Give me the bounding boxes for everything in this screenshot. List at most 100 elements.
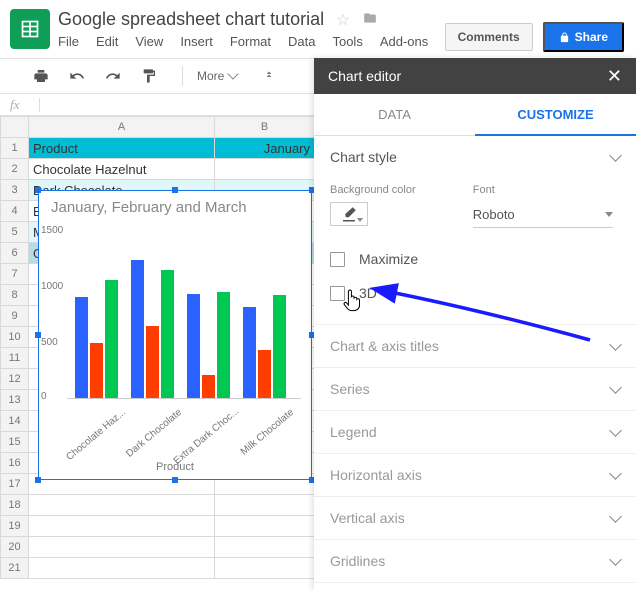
resize-handle[interactable]	[35, 187, 41, 193]
rowhdr[interactable]: 1	[1, 138, 29, 159]
rowhdr[interactable]: 7	[1, 264, 29, 285]
embedded-chart[interactable]: January, February and March 1500 1000 50…	[38, 190, 312, 480]
close-icon[interactable]: ✕	[607, 66, 622, 87]
cell[interactable]	[215, 516, 315, 537]
section-label: Vertical axis	[330, 510, 405, 526]
chevron-down-icon	[609, 424, 622, 437]
resize-handle[interactable]	[172, 187, 178, 193]
cell[interactable]	[29, 495, 215, 516]
more-button[interactable]: More	[197, 69, 237, 83]
more-label: More	[197, 69, 224, 83]
font-select[interactable]: Roboto	[473, 202, 613, 228]
rowhdr[interactable]: 21	[1, 558, 29, 579]
rowhdr[interactable]: 15	[1, 432, 29, 453]
colhdr-A[interactable]: A	[29, 117, 215, 138]
cell[interactable]: Product	[29, 138, 215, 159]
section-chart-style: Chart style Background color Font Roboto	[314, 136, 636, 325]
sheets-logo[interactable]	[10, 9, 50, 49]
cell[interactable]	[215, 537, 315, 558]
share-label: Share	[575, 30, 608, 44]
tab-customize[interactable]: CUSTOMIZE	[475, 94, 636, 136]
cell[interactable]	[215, 495, 315, 516]
rowhdr[interactable]: 5	[1, 222, 29, 243]
section-horizontal-axis[interactable]: Horizontal axis	[314, 454, 636, 496]
3d-checkbox-row[interactable]: 3D	[330, 276, 620, 310]
fx-sep	[39, 98, 40, 112]
menu-format[interactable]: Format	[230, 34, 271, 49]
cell[interactable]	[29, 537, 215, 558]
undo-icon[interactable]	[66, 65, 88, 87]
share-button[interactable]: Share	[543, 22, 624, 52]
rowhdr[interactable]: 4	[1, 201, 29, 222]
rowhdr[interactable]: 13	[1, 390, 29, 411]
cell[interactable]	[29, 516, 215, 537]
menu-add-ons[interactable]: Add-ons	[380, 34, 428, 49]
menu-view[interactable]: View	[135, 34, 163, 49]
rowhdr[interactable]: 18	[1, 495, 29, 516]
corner-cell[interactable]	[1, 117, 29, 138]
cell[interactable]	[215, 159, 315, 180]
folder-icon[interactable]	[362, 12, 378, 29]
chart-bar	[243, 307, 256, 399]
section-header-chart-style[interactable]: Chart style	[314, 136, 636, 178]
checkbox-icon[interactable]	[330, 286, 345, 301]
rowhdr[interactable]: 8	[1, 285, 29, 306]
chart-plot	[67, 229, 301, 399]
section-gridlines[interactable]: Gridlines	[314, 540, 636, 582]
cell[interactable]: January	[215, 138, 315, 159]
section-vertical-axis[interactable]: Vertical axis	[314, 497, 636, 539]
rowhdr[interactable]: 20	[1, 537, 29, 558]
rowhdr[interactable]: 19	[1, 516, 29, 537]
comments-button[interactable]: Comments	[445, 23, 533, 51]
panel-title: Chart editor	[328, 68, 401, 84]
menubar: File Edit View Insert Format Data Tools Add-ons	[58, 30, 428, 49]
header-text: Google spreadsheet chart tutorial ☆ File…	[58, 9, 428, 49]
section-label: Horizontal axis	[330, 467, 422, 483]
cell[interactable]	[29, 558, 215, 579]
toolbar-sep	[182, 66, 183, 86]
doc-title[interactable]: Google spreadsheet chart tutorial	[58, 5, 324, 29]
maximize-checkbox-row[interactable]: Maximize	[330, 242, 620, 276]
print-icon[interactable]	[30, 65, 52, 87]
section-series[interactable]: Series	[314, 368, 636, 410]
rowhdr[interactable]: 2	[1, 159, 29, 180]
dropdown-arrow-icon	[605, 212, 613, 217]
rowhdr[interactable]: 17	[1, 474, 29, 495]
redo-icon[interactable]	[102, 65, 124, 87]
ytick: 1500	[41, 225, 63, 236]
menu-file[interactable]: File	[58, 34, 79, 49]
chevron-down-icon	[609, 510, 622, 523]
rowhdr[interactable]: 3	[1, 180, 29, 201]
cell[interactable]	[215, 558, 315, 579]
rowhdr[interactable]: 16	[1, 453, 29, 474]
paint-icon[interactable]	[138, 65, 160, 87]
resize-handle[interactable]	[172, 477, 178, 483]
chevron-down-icon	[609, 149, 622, 162]
rowhdr[interactable]: 10	[1, 327, 29, 348]
ytick: 1000	[41, 281, 63, 292]
menu-insert[interactable]: Insert	[180, 34, 213, 49]
star-icon[interactable]: ☆	[336, 12, 350, 29]
rowhdr[interactable]: 14	[1, 411, 29, 432]
menu-edit[interactable]: Edit	[96, 34, 118, 49]
checkbox-icon[interactable]	[330, 252, 345, 267]
section-label: Chart & axis titles	[330, 338, 439, 354]
resize-handle[interactable]	[35, 477, 41, 483]
collapse-toolbar-icon[interactable]	[263, 69, 275, 84]
header-buttons: Comments Share	[445, 22, 624, 52]
chart-bar	[217, 292, 230, 399]
section-axis-titles[interactable]: Chart & axis titles	[314, 325, 636, 367]
colhdr-B[interactable]: B	[215, 117, 315, 138]
rowhdr[interactable]: 9	[1, 306, 29, 327]
menu-tools[interactable]: Tools	[332, 34, 362, 49]
section-label: Series	[330, 381, 370, 397]
section-label: Chart style	[330, 149, 397, 165]
bgcolor-picker[interactable]	[330, 202, 368, 226]
rowhdr[interactable]: 11	[1, 348, 29, 369]
tab-data[interactable]: DATA	[314, 94, 475, 136]
rowhdr[interactable]: 12	[1, 369, 29, 390]
menu-data[interactable]: Data	[288, 34, 315, 49]
section-legend[interactable]: Legend	[314, 411, 636, 453]
cell[interactable]: Chocolate Hazelnut	[29, 159, 215, 180]
rowhdr[interactable]: 6	[1, 243, 29, 264]
